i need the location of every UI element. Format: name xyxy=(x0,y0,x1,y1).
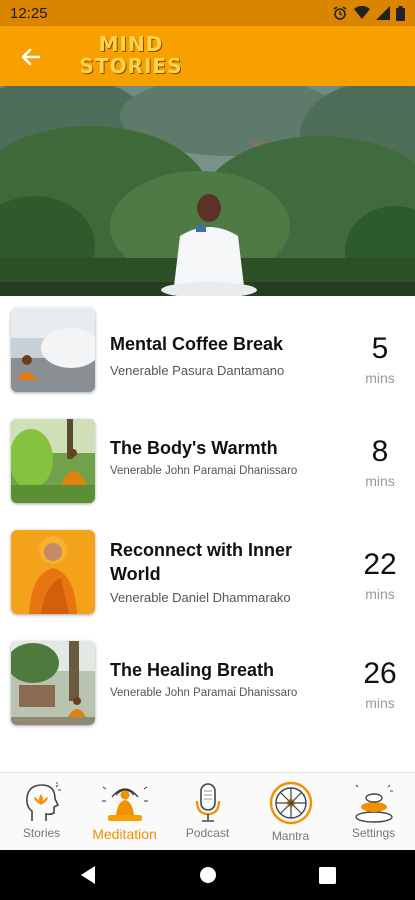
session-thumbnail xyxy=(11,641,95,725)
meditator-icon xyxy=(101,786,148,821)
bottom-tab-bar: Stories Meditation Podcast Mantra Settin… xyxy=(0,772,415,850)
tab-label: Podcast xyxy=(185,826,230,840)
dharma-wheel-icon xyxy=(269,781,312,825)
circle-home-icon xyxy=(200,867,216,883)
tab-label: Mantra xyxy=(271,829,310,843)
tab-stories[interactable]: Stories xyxy=(0,773,83,851)
nav-back-button[interactable] xyxy=(68,860,108,890)
forest-meditation-image xyxy=(0,86,415,296)
tab-label: Settings xyxy=(351,826,396,840)
app-logo: MIND STORIES xyxy=(78,33,184,81)
session-duration-unit: mins xyxy=(365,586,395,602)
session-teacher: Venerable John Paramai Dhanissaro xyxy=(110,465,298,477)
signal-icon xyxy=(376,6,390,20)
session-item[interactable]: The Body's Warmth Venerable John Paramai… xyxy=(0,413,415,523)
arrow-left-icon xyxy=(21,48,41,66)
session-thumbnail xyxy=(11,530,95,614)
back-button[interactable] xyxy=(14,40,48,74)
logo-line1: MIND xyxy=(98,32,164,56)
status-icons xyxy=(332,5,405,21)
alarm-icon xyxy=(333,6,347,20)
session-list: Mental Coffee Break Venerable Pasura Dan… xyxy=(0,296,415,772)
session-title: Reconnect with Inner World xyxy=(110,540,293,584)
hero-image xyxy=(0,86,415,296)
session-duration: 8 xyxy=(371,435,389,468)
system-nav-bar xyxy=(0,850,415,900)
tab-label: Meditation xyxy=(92,826,157,842)
triangle-back-icon xyxy=(81,866,95,884)
session-title: The Body's Warmth xyxy=(110,438,278,458)
tab-mantra[interactable]: Mantra xyxy=(249,773,332,851)
battery-icon xyxy=(396,5,405,21)
session-teacher: Venerable Pasura Dantamano xyxy=(110,363,285,378)
status-time: 12:25 xyxy=(10,4,48,22)
app-bar: MIND STORIES xyxy=(0,26,415,86)
tab-label: Stories xyxy=(22,826,61,840)
session-duration-unit: mins xyxy=(365,370,395,386)
session-teacher: Venerable Daniel Dhammarako xyxy=(110,590,291,605)
session-thumbnail xyxy=(11,419,95,503)
nav-recents-button[interactable] xyxy=(307,860,347,890)
nav-home-button[interactable] xyxy=(188,860,228,890)
status-bar: 12:25 xyxy=(0,0,415,26)
tab-podcast[interactable]: Podcast xyxy=(166,773,249,851)
logo-line2: STORIES xyxy=(79,54,183,78)
session-title: Mental Coffee Break xyxy=(110,334,284,354)
tab-settings[interactable]: Settings xyxy=(332,773,415,851)
session-duration-unit: mins xyxy=(365,473,395,489)
tab-meditation[interactable]: Meditation xyxy=(83,773,166,851)
stones-icon xyxy=(354,784,393,823)
session-title: The Healing Breath xyxy=(110,660,275,680)
session-teacher: Venerable John Paramai Dhanissaro xyxy=(110,687,298,699)
wifi-icon xyxy=(354,6,370,19)
session-duration: 5 xyxy=(371,332,389,365)
session-item[interactable]: Mental Coffee Break Venerable Pasura Dan… xyxy=(0,302,415,412)
session-duration: 26 xyxy=(363,657,397,690)
session-duration-unit: mins xyxy=(365,695,395,711)
head-lotus-icon xyxy=(25,782,61,821)
square-recents-icon xyxy=(318,866,336,884)
session-duration: 22 xyxy=(363,548,397,581)
microphone-icon xyxy=(195,783,220,822)
session-item[interactable]: The Healing Breath Venerable John Parama… xyxy=(0,635,415,745)
session-item[interactable]: Reconnect with Inner World Venerable Dan… xyxy=(0,524,415,634)
session-thumbnail xyxy=(11,308,95,392)
